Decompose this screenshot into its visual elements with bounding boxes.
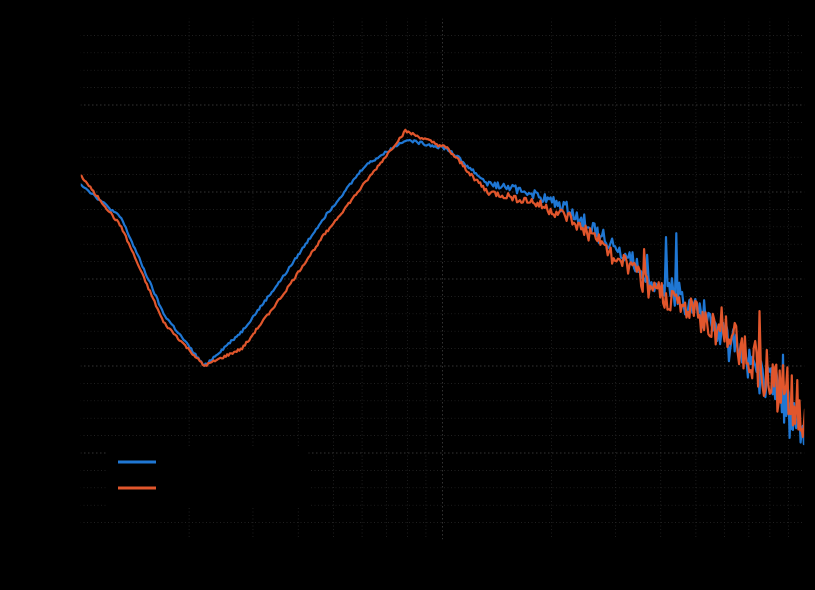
chart-container: { "chart_data": { "type": "line", "title… (0, 0, 815, 590)
chart-plot: Driver - Ground Driver - Granite (0, 0, 815, 590)
legend-label-0: Driver - Ground (162, 451, 292, 473)
legend-label-1: Driver - Granite (162, 477, 291, 499)
